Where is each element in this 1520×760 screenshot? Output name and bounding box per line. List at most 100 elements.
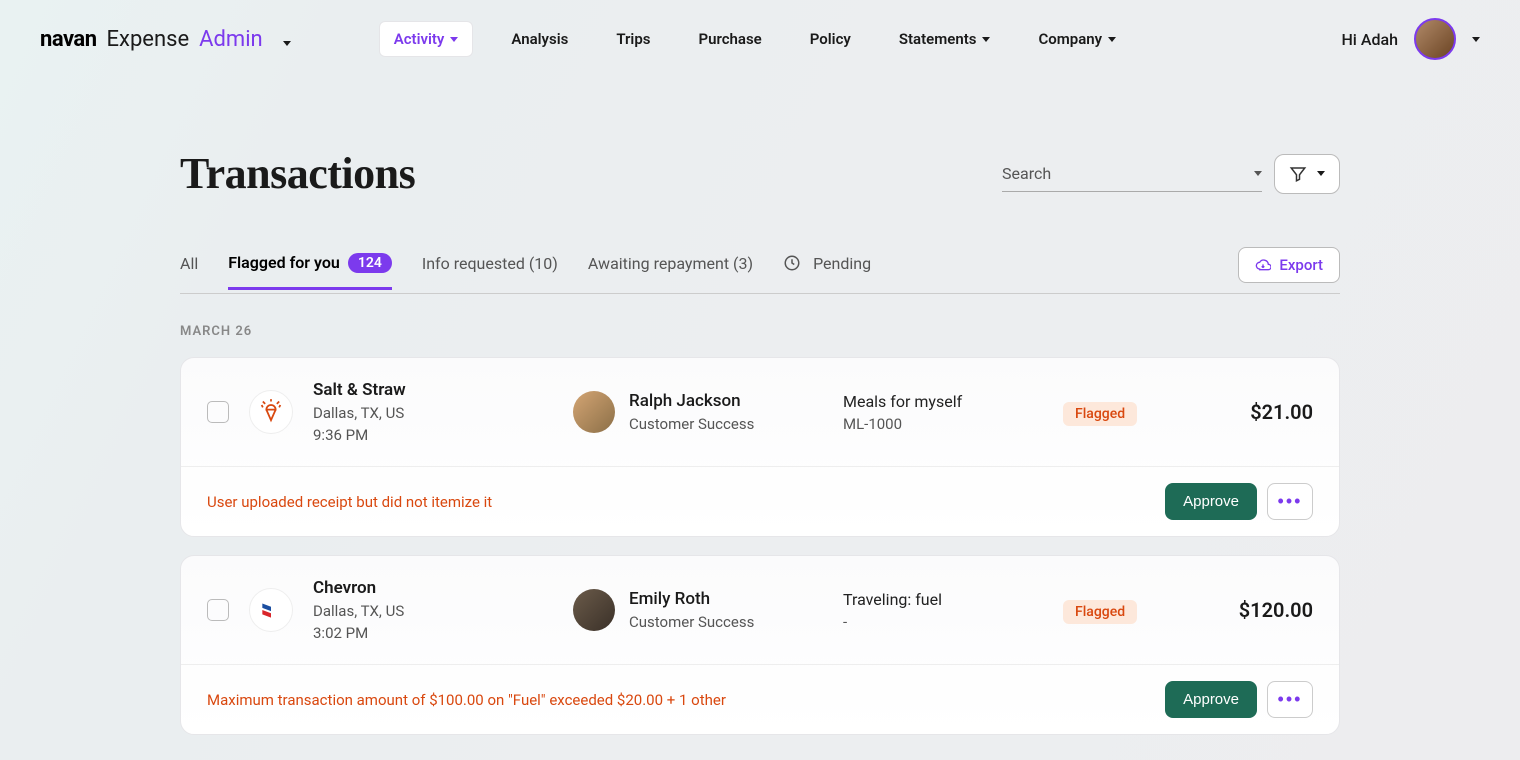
tab-flagged-for-you[interactable]: Flagged for you 124 [228,253,392,290]
nav-label: Activity [394,30,445,48]
chevron-down-icon[interactable] [283,31,291,50]
search-input[interactable]: Search [1002,156,1262,192]
brand-expense: Expense [107,27,190,52]
chevron-down-icon [1317,171,1325,176]
category-code: ML-1000 [843,415,1043,433]
chevron-down-icon [1108,37,1116,42]
user-col: Ralph Jackson Customer Success [573,391,823,433]
category-code: - [843,613,1043,631]
top-nav: Activity Analysis Trips Purchase Policy … [379,21,1126,57]
tabs-row: All Flagged for you 124 Info requested (… [180,247,1340,294]
user-role: Customer Success [629,613,754,631]
merchant-name: Salt & Straw [313,380,553,400]
count-badge: 124 [348,253,392,273]
merchant-time: 3:02 PM [313,624,553,642]
nav-purchase[interactable]: Purchase [688,22,771,56]
amount: $120.00 [1239,598,1313,622]
user-name: Ralph Jackson [629,391,754,411]
tab-all[interactable]: All [180,253,198,288]
merchant-time: 9:36 PM [313,426,553,444]
export-button[interactable]: Export [1238,247,1340,283]
tab-label: Info requested (10) [422,254,558,273]
nav-statements[interactable]: Statements [889,22,1001,56]
user-name: Emily Roth [629,589,754,609]
warning-text: User uploaded receipt but did not itemiz… [207,493,492,511]
transaction-card: Salt & Straw Dallas, TX, US 9:36 PM Ralp… [180,357,1340,537]
tab-info-requested[interactable]: Info requested (10) [422,253,558,288]
warning-text: Maximum transaction amount of $100.00 on… [207,691,726,709]
brand-admin: Admin [199,27,263,52]
more-actions-button[interactable]: ••• [1267,483,1313,520]
tab-label: Awaiting repayment (3) [588,254,753,273]
card-footer: User uploaded receipt but did not itemiz… [181,466,1339,536]
filter-icon [1289,165,1307,183]
tab-label: Pending [813,254,871,273]
tab-pending[interactable]: Pending [783,253,871,288]
category: Meals for myself [843,392,1043,411]
category-col: Traveling: fuel - [843,590,1043,631]
main-content: Transactions Search All Flagged for you … [160,78,1360,735]
nav-analysis[interactable]: Analysis [501,22,578,56]
nav-policy[interactable]: Policy [800,22,861,56]
approve-button[interactable]: Approve [1165,483,1257,520]
merchant-icon [249,390,293,434]
clock-icon [783,254,801,272]
user-greeting: Hi Adah [1341,30,1398,49]
nav-label: Purchase [698,30,761,48]
nav-trips[interactable]: Trips [606,22,660,56]
date-heading: MARCH 26 [180,324,1340,339]
tab-label: Flagged for you [228,253,340,272]
user-avatar [573,391,615,433]
page-title: Transactions [180,148,415,199]
transaction-row[interactable]: Chevron Dallas, TX, US 3:02 PM Emily Rot… [181,556,1339,664]
category-col: Meals for myself ML-1000 [843,392,1043,433]
user-avatar[interactable] [1414,18,1456,60]
logo[interactable]: navan Expense Admin [40,27,291,52]
chevron-down-icon [450,37,458,42]
merchant-col: Chevron Dallas, TX, US 3:02 PM [313,578,553,642]
tab-awaiting-repayment[interactable]: Awaiting repayment (3) [588,253,753,288]
transaction-card: Chevron Dallas, TX, US 3:02 PM Emily Rot… [180,555,1340,735]
footer-actions: Approve ••• [1165,681,1313,718]
status-badge: Flagged [1063,402,1137,426]
nav-label: Company [1038,30,1102,48]
nav-label: Policy [810,30,851,48]
card-footer: Maximum transaction amount of $100.00 on… [181,664,1339,734]
search-placeholder: Search [1002,164,1051,183]
chevron-logo-icon [258,597,284,623]
merchant-location: Dallas, TX, US [313,602,553,620]
category: Traveling: fuel [843,590,1043,609]
merchant-location: Dallas, TX, US [313,404,553,422]
more-actions-button[interactable]: ••• [1267,681,1313,718]
nav-label: Analysis [511,30,568,48]
icecream-icon [257,398,285,426]
search-group: Search [1002,154,1340,194]
approve-button[interactable]: Approve [1165,681,1257,718]
header-right: Hi Adah [1341,18,1480,60]
tab-label: All [180,254,198,273]
export-label: Export [1279,256,1323,274]
amount: $21.00 [1250,400,1313,424]
nav-label: Statements [899,30,977,48]
brand-navan: navan [40,27,97,52]
user-role: Customer Success [629,415,754,433]
merchant-col: Salt & Straw Dallas, TX, US 9:36 PM [313,380,553,444]
merchant-icon [249,588,293,632]
user-col: Emily Roth Customer Success [573,589,823,631]
tabs: All Flagged for you 124 Info requested (… [180,253,871,288]
nav-label: Trips [616,30,650,48]
chevron-down-icon [1254,171,1262,176]
select-checkbox[interactable] [207,599,229,621]
merchant-name: Chevron [313,578,553,598]
chevron-down-icon [982,37,990,42]
transaction-row[interactable]: Salt & Straw Dallas, TX, US 9:36 PM Ralp… [181,358,1339,466]
chevron-down-icon[interactable] [1472,37,1480,42]
nav-company[interactable]: Company [1028,22,1126,56]
filter-button[interactable] [1274,154,1340,194]
title-row: Transactions Search [180,148,1340,199]
nav-activity[interactable]: Activity [379,21,474,57]
select-checkbox[interactable] [207,401,229,423]
cloud-download-icon [1255,257,1271,273]
app-header: navan Expense Admin Activity Analysis Tr… [0,0,1520,78]
status-badge: Flagged [1063,600,1137,624]
